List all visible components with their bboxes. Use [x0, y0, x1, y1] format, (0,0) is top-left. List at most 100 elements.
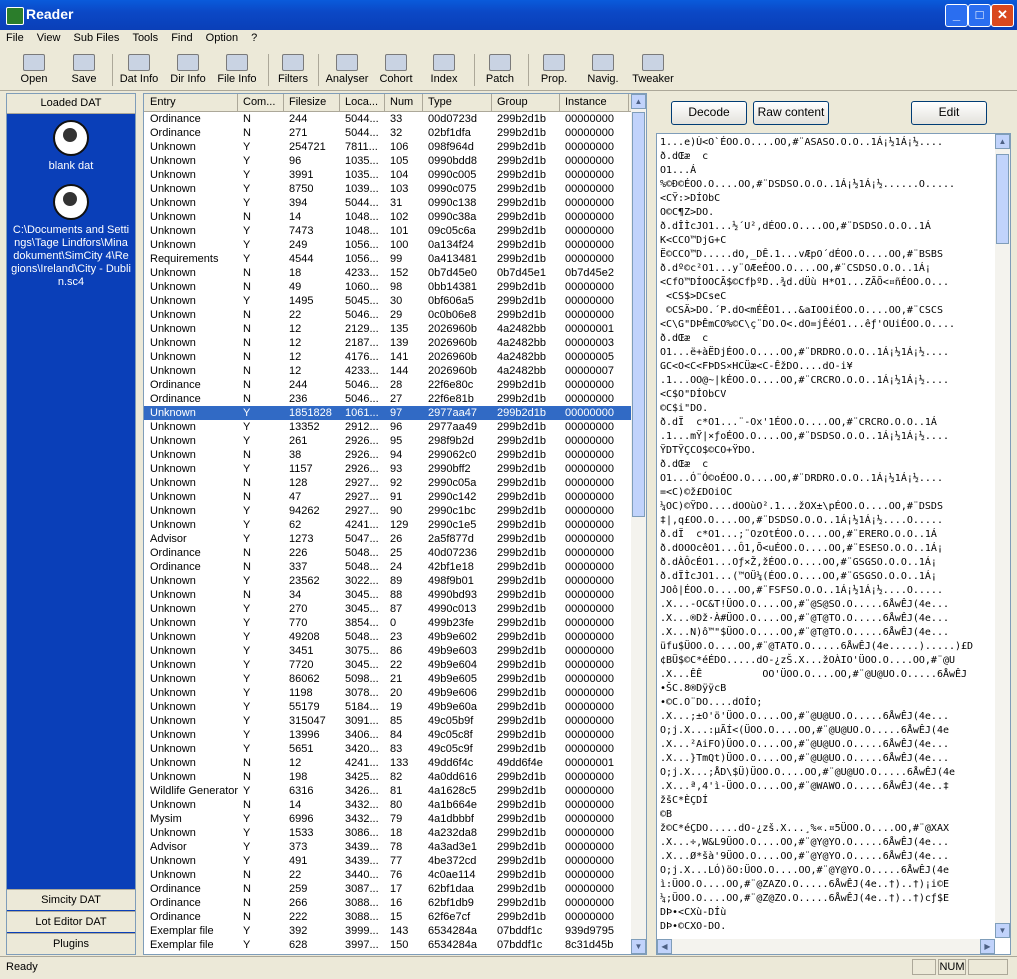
scroll-up-icon[interactable]: ▲: [631, 94, 646, 109]
table-row[interactable]: Unknown Y 254721 7811... 106 098f964d 299b2d1b…: [144, 140, 632, 154]
table-row[interactable]: Unknown Y 13352 2912... 96 2977aa49 299b2d1b 00…: [144, 420, 632, 434]
table-row[interactable]: Unknown N 38 2926... 94 299062c0 299b2d1b 00000…: [144, 448, 632, 462]
table-row[interactable]: Unknown Y 3451 3075... 86 49b9e603 299b2d1b 000…: [144, 644, 632, 658]
minimize-button[interactable]: _: [945, 4, 968, 27]
table-row[interactable]: Ordinance N 226 5048... 25 40d07236 299b2d1b 00…: [144, 546, 632, 560]
tab-simcity-dat[interactable]: Simcity DAT: [7, 889, 135, 910]
dat-item-city[interactable]: C:\Documents and Settings\Tage Lindfors\…: [11, 184, 131, 289]
table-row[interactable]: Unknown Y 49208 5048... 23 49b9e602 299b2d1b 00…: [144, 630, 632, 644]
table-row[interactable]: Advisor Y 373 3439... 78 4a3ad3e1 299b2d1b 0000…: [144, 840, 632, 854]
table-row[interactable]: Ordinance N 244 5046... 28 22f6e80c 299b2d1b 00…: [144, 378, 632, 392]
col-num[interactable]: Num: [390, 96, 413, 108]
edit-button[interactable]: Edit: [911, 101, 987, 125]
table-row[interactable]: Unknown Y 5651 3420... 83 49c05c9f 299b2d1b 000…: [144, 742, 632, 756]
index-button[interactable]: Index: [426, 52, 462, 88]
loaded-dat-header[interactable]: Loaded DAT: [7, 94, 135, 114]
table-row[interactable]: Unknown N 14 1048... 102 0990c38a 299b2d1b 0000…: [144, 210, 632, 224]
table-row[interactable]: Unknown Y 315047 3091... 85 49c05b9f 299b2d1b 0…: [144, 714, 632, 728]
table-row[interactable]: Unknown Y 261 2926... 95 298f9b2d 299b2d1b 0000…: [144, 434, 632, 448]
patch-button[interactable]: Patch: [482, 52, 518, 88]
table-row[interactable]: Unknown Y 270 3045... 87 4990c013 299b2d1b 0000…: [144, 602, 632, 616]
properties-button[interactable]: Prop.: [536, 52, 572, 88]
table-row[interactable]: Unknown Y 13996 3406... 84 49c05c8f 299b2d1b 00…: [144, 728, 632, 742]
table-row[interactable]: Unknown Y 23562 3022... 89 498f9b01 299b2d1b 00…: [144, 574, 632, 588]
table-row[interactable]: Unknown Y 3991 1035... 104 0990c005 299b2d1b 00…: [144, 168, 632, 182]
table-row[interactable]: Unknown N 47 2927... 91 2990c142 299b2d1b 00000…: [144, 490, 632, 504]
table-row[interactable]: Unknown Y 55179 5184... 19 49b9e60a 299b2d1b 00…: [144, 700, 632, 714]
table-row[interactable]: Unknown Y 7720 3045... 22 49b9e604 299b2d1b 000…: [144, 658, 632, 672]
content-vscrollbar[interactable]: ▲ ▼: [995, 134, 1010, 938]
scroll-left-icon[interactable]: ◀: [657, 939, 672, 954]
table-row[interactable]: Unknown Y 94262 2927... 90 2990c1bc 299b2d1b 00…: [144, 504, 632, 518]
col-location[interactable]: Loca...: [345, 96, 378, 108]
table-row[interactable]: Unknown Y 62 4241... 129 2990c1e5 299b2d1b 0000…: [144, 518, 632, 532]
cohort-button[interactable]: Cohort: [376, 52, 416, 88]
scroll-right-icon[interactable]: ▶: [980, 939, 995, 954]
table-row[interactable]: Ordinance N 259 3087... 17 62bf1daa 299b2d1b 00…: [144, 882, 632, 896]
table-row[interactable]: Unknown Y 8750 1039... 103 0990c075 299b2d1b 00…: [144, 182, 632, 196]
table-row[interactable]: Unknown N 34 3045... 88 4990bd93 299b2d1b 00000…: [144, 588, 632, 602]
scroll-up-icon[interactable]: ▲: [995, 134, 1010, 149]
dat-info-button[interactable]: Dat Info: [116, 52, 162, 88]
list-scrollbar[interactable]: ▲ ▼: [631, 94, 646, 954]
menu-option[interactable]: Option: [200, 30, 242, 44]
table-row[interactable]: Unknown Y 1157 2926... 93 2990bff2 299b2d1b 000…: [144, 462, 632, 476]
menu-file[interactable]: File: [0, 30, 28, 44]
table-row[interactable]: Unknown N 12 2187... 139 2026960b 4a2482bb 0000…: [144, 336, 632, 350]
col-type[interactable]: Type: [428, 96, 452, 108]
col-compressed[interactable]: Com...: [243, 96, 275, 108]
table-row[interactable]: Exemplar file Y 392 3999... 143 6534284a 07bdd…: [144, 924, 632, 938]
open-button[interactable]: Open: [14, 52, 54, 88]
tab-lot-editor-dat[interactable]: Lot Editor DAT: [7, 911, 135, 932]
raw-content-button[interactable]: Raw content: [753, 101, 829, 125]
table-row[interactable]: Wildlife Generator Y 6316 3426... 81 4a1628c5…: [144, 784, 632, 798]
table-row[interactable]: Unknown N 12 2129... 135 2026960b 4a2482bb 0000…: [144, 322, 632, 336]
table-row[interactable]: Unknown Y 1851828 1061... 97 2977aa47 299b2d1b…: [144, 406, 632, 420]
close-button[interactable]: ✕: [991, 4, 1014, 27]
table-row[interactable]: Unknown N 18 4233... 152 0b7d45e0 0b7d45e1 0b7d…: [144, 266, 632, 280]
table-row[interactable]: Unknown Y 1198 3078... 20 49b9e606 299b2d1b 000…: [144, 686, 632, 700]
table-row[interactable]: Unknown Y 394 5044... 31 0990c138 299b2d1b 0000…: [144, 196, 632, 210]
table-row[interactable]: Unknown N 49 1060... 98 0bb14381 299b2d1b 00000…: [144, 280, 632, 294]
table-row[interactable]: Ordinance N 271 5044... 32 02bf1dfa 299b2d1b 00…: [144, 126, 632, 140]
filters-button[interactable]: Filters: [274, 52, 312, 88]
table-row[interactable]: Unknown N 12 4233... 144 2026960b 4a2482bb 0000…: [144, 364, 632, 378]
menu-view[interactable]: View: [31, 30, 65, 44]
col-entry[interactable]: Entry: [150, 96, 176, 108]
table-row[interactable]: Unknown N 128 2927... 92 2990c05a 299b2d1b 0000…: [144, 476, 632, 490]
tab-plugins[interactable]: Plugins: [7, 933, 135, 954]
raw-content-view[interactable]: 1...e)Ù<O`ÉOO.O....OO,#¨ASASO.O.O..1Á¡½1…: [656, 133, 1011, 955]
table-row[interactable]: Ordinance N 337 5048... 24 42bf1e18 299b2d1b 00…: [144, 560, 632, 574]
table-row[interactable]: Advisor Y 1273 5047... 26 2a5f877d 299b2d1b 000…: [144, 532, 632, 546]
table-row[interactable]: Unknown N 12 4176... 141 2026960b 4a2482bb 0000…: [144, 350, 632, 364]
maximize-button[interactable]: □: [968, 4, 991, 27]
table-row[interactable]: Unknown Y 7473 1048... 101 09c05c6a 299b2d1b 00…: [144, 224, 632, 238]
table-row[interactable]: Unknown Y 249 1056... 100 0a134f24 299b2d1b 000…: [144, 238, 632, 252]
scroll-down-icon[interactable]: ▼: [631, 939, 646, 954]
table-row[interactable]: Unknown N 22 3440... 76 4c0ae114 299b2d1b 00000…: [144, 868, 632, 882]
table-row[interactable]: Unknown Y 491 3439... 77 4be372cd 299b2d1b 0000…: [144, 854, 632, 868]
table-row[interactable]: Exemplar file Y 628 3997... 150 6534284a 07bdd…: [144, 938, 632, 952]
col-filesize[interactable]: Filesize: [289, 96, 326, 108]
menu-find[interactable]: Find: [165, 30, 196, 44]
table-row[interactable]: Requirements Y 4544 1056... 99 0a413481 299b2d…: [144, 252, 632, 266]
table-row[interactable]: Unknown N 198 3425... 82 4a0dd616 299b2d1b 0000…: [144, 770, 632, 784]
decode-button[interactable]: Decode: [671, 101, 747, 125]
col-group[interactable]: Group: [497, 96, 528, 108]
table-row[interactable]: Mysim Y 6996 3432... 79 4a1dbbbf 299b2d1b 00000…: [144, 812, 632, 826]
tweaker-button[interactable]: Tweaker: [630, 52, 676, 88]
table-row[interactable]: Unknown Y 96 1035... 105 0990bdd8 299b2d1b 0000…: [144, 154, 632, 168]
table-row[interactable]: Unknown N 12 4241... 133 49dd6f4c 49dd6f4e 0000…: [144, 756, 632, 770]
content-hscrollbar[interactable]: ◀ ▶: [657, 939, 995, 954]
table-row[interactable]: Unknown Y 770 3854... 0 499b23fe 299b2d1b 00000…: [144, 616, 632, 630]
table-row[interactable]: Unknown N 22 5046... 29 0c0b06e8 299b2d1b 00000…: [144, 308, 632, 322]
menu-help[interactable]: ?: [245, 30, 261, 44]
table-row[interactable]: Ordinance N 236 5046... 27 22f6e81b 299b2d1b 00…: [144, 392, 632, 406]
table-row[interactable]: Unknown Y 1533 3086... 18 4a232da8 299b2d1b 000…: [144, 826, 632, 840]
scroll-thumb[interactable]: [996, 154, 1009, 244]
table-row[interactable]: Unknown Y 86062 5098... 21 49b9e605 299b2d1b 00…: [144, 672, 632, 686]
file-info-button[interactable]: File Info: [214, 52, 260, 88]
col-instance[interactable]: Instance: [565, 96, 607, 108]
analyser-button[interactable]: Analyser: [324, 52, 370, 88]
dat-item-blank[interactable]: blank dat: [11, 120, 131, 172]
